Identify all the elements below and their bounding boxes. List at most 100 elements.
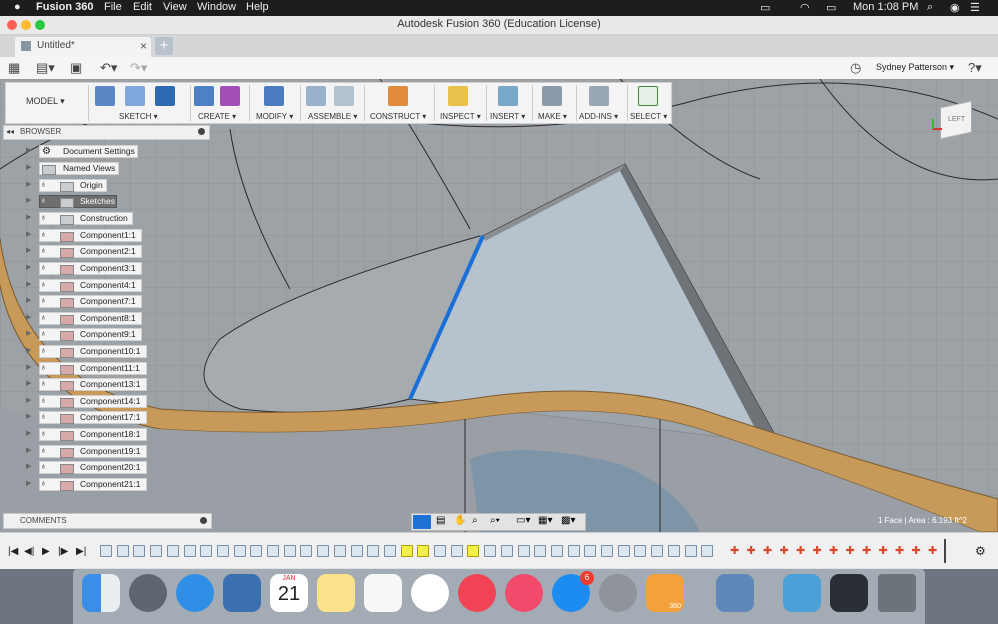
launchpad-dock-icon[interactable] bbox=[129, 574, 167, 612]
make-menu[interactable]: MAKE ▾ bbox=[538, 112, 567, 121]
timeline-joint-icon[interactable]: ✚ bbox=[747, 544, 756, 557]
document-tab[interactable]: Untitled* × bbox=[15, 37, 151, 57]
workspace-switcher[interactable]: MODEL ▾ bbox=[26, 96, 65, 107]
timeline-feature-icon[interactable] bbox=[150, 545, 163, 557]
visibility-bulb-icon[interactable]: ♁ bbox=[40, 312, 49, 325]
line-icon[interactable] bbox=[125, 86, 145, 106]
siri-icon[interactable]: ◉ bbox=[950, 1, 960, 14]
timeline-joint-icon[interactable]: ✚ bbox=[912, 544, 921, 557]
visibility-bulb-icon[interactable]: ♁ bbox=[40, 445, 49, 458]
timeline-joint-icon[interactable]: ✚ bbox=[829, 544, 838, 557]
clock[interactable]: Mon 1:08 PM bbox=[853, 1, 918, 13]
comments-pin-icon[interactable] bbox=[200, 517, 207, 524]
timeline-feature-icon[interactable] bbox=[517, 545, 530, 557]
canvas-viewport[interactable]: LEFT bbox=[0, 79, 998, 532]
expand-icon[interactable]: ▶ bbox=[26, 462, 31, 470]
form-icon[interactable] bbox=[220, 86, 240, 106]
trash-dock-icon[interactable] bbox=[878, 574, 916, 612]
insert-menu[interactable]: INSERT ▾ bbox=[490, 112, 525, 121]
user-account-menu[interactable]: Sydney Patterson ▾ bbox=[876, 62, 954, 73]
scripts-icon[interactable] bbox=[589, 86, 609, 106]
fusion-360-dock-icon[interactable]: 360 bbox=[646, 574, 684, 612]
airplay-icon[interactable]: ▭ bbox=[760, 1, 770, 14]
pan-icon[interactable]: ✋ bbox=[454, 515, 466, 526]
timeline-joint-icon[interactable]: ✚ bbox=[763, 544, 772, 557]
timeline-prev-icon[interactable]: ◀| bbox=[24, 546, 34, 557]
expand-icon[interactable]: ▶ bbox=[26, 429, 31, 437]
timeline-play-icon[interactable]: ▶ bbox=[42, 546, 50, 557]
visibility-bulb-icon[interactable]: ♁ bbox=[40, 378, 49, 391]
visibility-bulb-icon[interactable]: ♁ bbox=[40, 411, 49, 424]
timeline-feature-icon[interactable] bbox=[133, 545, 146, 557]
system-preferences-dock-icon[interactable] bbox=[599, 574, 637, 612]
close-tab-icon[interactable]: × bbox=[140, 39, 147, 53]
create-menu[interactable]: CREATE ▾ bbox=[198, 112, 236, 121]
undo-icon[interactable]: ↶▾ bbox=[100, 60, 117, 76]
new-tab-button[interactable]: + bbox=[155, 37, 173, 55]
recent-stack-dock-icon[interactable] bbox=[830, 574, 868, 612]
timeline-feature-icon[interactable] bbox=[300, 545, 313, 557]
timeline-marker[interactable] bbox=[944, 539, 946, 563]
timeline-joint-icon[interactable]: ✚ bbox=[796, 544, 805, 557]
add-ins-menu[interactable]: ADD-INS ▾ bbox=[579, 112, 618, 121]
expand-icon[interactable]: ▶ bbox=[26, 163, 31, 171]
spotlight-icon[interactable]: ⌕ bbox=[927, 1, 933, 14]
timeline-joint-icon[interactable]: ✚ bbox=[928, 544, 937, 557]
timeline-feature-icon[interactable] bbox=[283, 545, 296, 557]
create-group[interactable]: CREATE ▾ bbox=[192, 83, 248, 123]
timeline-feature-icon[interactable] bbox=[200, 545, 213, 557]
comments-panel[interactable]: COMMENTS bbox=[3, 513, 212, 529]
expand-icon[interactable]: ▶ bbox=[26, 246, 31, 254]
select-group[interactable]: SELECT ▾ bbox=[630, 83, 670, 123]
visibility-bulb-icon[interactable]: ♁ bbox=[40, 362, 49, 375]
modify-menu[interactable]: MODIFY ▾ bbox=[256, 112, 293, 121]
timeline-feature-icon[interactable] bbox=[317, 545, 330, 557]
inspect-group[interactable]: INSPECT ▾ bbox=[438, 83, 486, 123]
expand-icon[interactable]: ▶ bbox=[26, 213, 31, 221]
expand-icon[interactable]: ▶ bbox=[26, 180, 31, 188]
expand-icon[interactable]: ▶ bbox=[26, 230, 31, 238]
timeline-settings-gear-icon[interactable]: ⚙ bbox=[975, 544, 986, 558]
timeline-joint-icon[interactable]: ✚ bbox=[879, 544, 888, 557]
visibility-bulb-icon[interactable]: ♁ bbox=[40, 245, 49, 258]
help-menu[interactable]: ?▾ bbox=[968, 60, 982, 76]
timeline-feature-icon[interactable] bbox=[434, 545, 446, 557]
joint-icon[interactable] bbox=[334, 86, 354, 106]
timeline-feature-icon[interactable] bbox=[601, 545, 613, 557]
timeline-feature-icon[interactable] bbox=[617, 545, 630, 557]
timeline-feature-icon[interactable] bbox=[651, 545, 664, 557]
timeline-feature-icon[interactable] bbox=[216, 545, 229, 557]
notes-dock-icon[interactable] bbox=[317, 574, 355, 612]
select-menu[interactable]: SELECT ▾ bbox=[630, 112, 667, 121]
timeline-start-icon[interactable]: |◀ bbox=[8, 546, 18, 557]
view-cube[interactable]: LEFT bbox=[932, 94, 976, 140]
visibility-bulb-icon[interactable]: ♁ bbox=[40, 212, 49, 225]
expand-icon[interactable]: ▶ bbox=[26, 329, 31, 337]
offset-plane-icon[interactable] bbox=[388, 86, 408, 106]
expand-icon[interactable]: ▶ bbox=[26, 296, 31, 304]
expand-icon[interactable]: ▶ bbox=[26, 396, 31, 404]
calendar-dock-icon[interactable]: JAN 21 bbox=[270, 574, 308, 612]
timeline-feature-icon[interactable] bbox=[100, 545, 112, 557]
fit-icon[interactable]: ⌕▾ bbox=[490, 515, 500, 526]
add-ins-group[interactable]: ADD-INS ▾ bbox=[579, 83, 627, 123]
timeline-feature-icon[interactable] bbox=[350, 545, 363, 557]
expand-icon[interactable]: ▶ bbox=[26, 196, 31, 204]
timeline-feature-icon[interactable] bbox=[400, 545, 413, 557]
timeline-feature-icon[interactable] bbox=[233, 545, 246, 557]
visibility-bulb-icon[interactable]: ♁ bbox=[40, 328, 49, 341]
timeline-feature-icon[interactable] bbox=[166, 545, 179, 557]
downloads-folder-dock-icon[interactable] bbox=[783, 574, 821, 612]
expand-icon[interactable]: ▶ bbox=[26, 379, 31, 387]
timeline-feature-icon[interactable] bbox=[484, 545, 497, 557]
display-settings-icon[interactable]: ▭▾ bbox=[516, 515, 530, 526]
visibility-bulb-icon[interactable]: ♁ bbox=[40, 395, 49, 408]
redo-icon[interactable]: ↷▾ bbox=[130, 60, 147, 76]
menu-file[interactable]: File bbox=[104, 1, 122, 13]
browser-pin-icon[interactable] bbox=[198, 128, 205, 135]
visibility-bulb-icon[interactable]: ♁ bbox=[40, 179, 49, 192]
mail-dock-icon[interactable] bbox=[223, 574, 261, 612]
news-dock-icon[interactable] bbox=[458, 574, 496, 612]
timeline-end-icon[interactable]: ▶| bbox=[76, 546, 86, 557]
visibility-bulb-icon[interactable]: ♁ bbox=[40, 478, 49, 491]
